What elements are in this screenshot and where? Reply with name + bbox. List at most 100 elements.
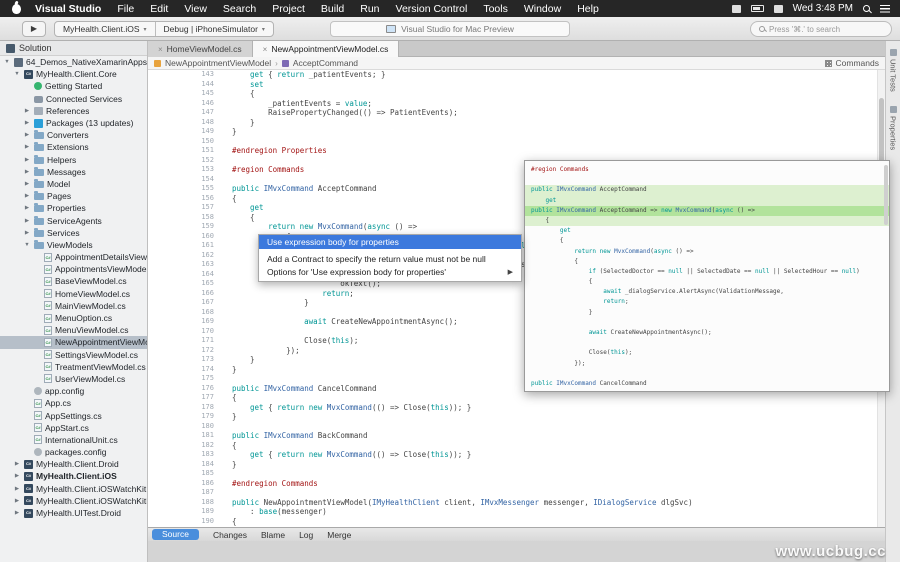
tree-item[interactable]: ▶ References [0,105,147,117]
chevron-closed-icon[interactable]: ▶ [23,205,31,211]
tree-item[interactable]: Connected Services [0,93,147,105]
spotlight-icon[interactable] [863,5,870,12]
notification-center-icon[interactable] [880,4,890,13]
bottom-tab-merge[interactable]: Merge [327,530,351,540]
popup-item-selected[interactable]: Use expression body for properties [259,235,521,249]
target-segment[interactable]: Debug | iPhoneSimulator ▾ [156,24,273,34]
chevron-closed-icon[interactable]: ▶ [23,108,31,114]
tree-item[interactable]: ▶ MyHealth.Client.iOSWatchKitExtension [0,495,147,507]
build-configuration-selector[interactable]: MyHealth.Client.iOS ▾ Debug | iPhoneSimu… [54,21,274,37]
chevron-open-icon[interactable]: ▼ [23,242,31,248]
menu-visual-studio[interactable]: Visual Studio [27,3,109,15]
tree-item[interactable]: ▼ 64_Demos_NativeXamarinApps (master) [0,56,147,68]
tree-item[interactable]: TreatmentViewModel.cs [0,361,147,373]
battery-icon[interactable] [750,5,764,12]
tree-item[interactable]: ▶ Helpers [0,154,147,166]
chevron-open-icon[interactable]: ▼ [13,71,21,77]
tree-item[interactable]: MenuOption.cs [0,312,147,324]
close-icon[interactable]: × [158,45,163,54]
tree-item[interactable]: MenuViewModel.cs [0,324,147,336]
close-icon[interactable]: × [263,45,268,54]
menu-tools[interactable]: Tools [475,3,516,15]
global-search-input[interactable]: Press '⌘.' to search [750,21,892,37]
chevron-closed-icon[interactable]: ▶ [13,486,21,492]
tree-item[interactable]: ▼ MyHealth.Client.Core [0,68,147,80]
menu-window[interactable]: Window [516,3,569,15]
bottom-tab-source[interactable]: Source [152,529,199,540]
tree-item[interactable]: ▶ Messages [0,166,147,178]
commands-region-selector[interactable]: Commands [824,58,879,68]
tree-item[interactable]: app.config [0,385,147,397]
chevron-closed-icon[interactable]: ▶ [13,498,21,504]
tree-item[interactable]: ▶ Services [0,227,147,239]
menu-build[interactable]: Build [313,3,352,15]
status-widget[interactable]: Visual Studio for Mac Preview [330,21,570,37]
tree-item[interactable]: ▶ Packages (13 updates) [0,117,147,129]
menubar-clock[interactable]: Wed 3:48 PM [793,3,853,14]
chevron-closed-icon[interactable]: ▶ [23,120,31,126]
tree-item[interactable]: ▶ Properties [0,202,147,214]
apple-icon[interactable] [12,3,21,14]
chevron-closed-icon[interactable]: ▶ [13,461,21,467]
startup-project-segment[interactable]: MyHealth.Client.iOS ▾ [55,24,155,34]
editor-tab[interactable]: × NewAppointmentViewModel.cs [252,41,400,57]
chevron-closed-icon[interactable]: ▶ [23,169,31,175]
chevron-closed-icon[interactable]: ▶ [23,181,31,187]
bottom-tab-blame[interactable]: Blame [261,530,285,540]
tree-item[interactable]: App.cs [0,397,147,409]
dock-tab-properties[interactable]: Properties [888,105,899,150]
menu-view[interactable]: View [176,3,215,15]
tree-item[interactable]: ▶ ServiceAgents [0,214,147,226]
tree-item[interactable]: ▶ Extensions [0,141,147,153]
dock-tab-unit-tests[interactable]: Unit Tests [888,49,899,92]
tree-item[interactable]: ▶ Model [0,178,147,190]
solution-pad-header[interactable]: Solution [0,41,147,56]
tree-item[interactable]: ▼ ViewModels [0,239,147,251]
menu-edit[interactable]: Edit [142,3,176,15]
display-status-icon[interactable] [731,4,741,13]
tree-item[interactable]: BaseViewModel.cs [0,275,147,287]
tree-item[interactable]: AppSettings.cs [0,409,147,421]
chevron-open-icon[interactable]: ▼ [3,59,11,65]
run-button[interactable]: ▶ [22,21,46,37]
chevron-closed-icon[interactable]: ▶ [23,230,31,236]
bottom-tab-changes[interactable]: Changes [213,530,247,540]
tree-item[interactable]: AppointmentsViewModel.cs [0,263,147,275]
tree-item[interactable]: ▶ MyHealth.Client.Droid [0,458,147,470]
tree-item[interactable]: AppStart.cs [0,422,147,434]
tree-item[interactable]: AppointmentDetailsViewModel.cs [0,251,147,263]
chevron-closed-icon[interactable]: ▶ [23,132,31,138]
menu-file[interactable]: File [109,3,142,15]
menu-project[interactable]: Project [264,3,313,15]
breadcrumb-member[interactable]: AcceptCommand [293,58,358,68]
tree-item[interactable]: ▶ Converters [0,129,147,141]
tree-item[interactable]: packages.config [0,446,147,458]
tree-item[interactable]: HomeViewModel.cs [0,288,147,300]
popup-item[interactable]: Add a Contract to specify the return val… [259,252,521,265]
popup-item[interactable]: Options for 'Use expression body for pro… [259,265,521,278]
editor-tab[interactable]: × HomeViewModel.cs [148,41,253,57]
tree-item[interactable]: InternationalUnit.cs [0,434,147,446]
chevron-closed-icon[interactable]: ▶ [23,193,31,199]
chevron-closed-icon[interactable]: ▶ [23,157,31,163]
tree-item[interactable]: Getting Started [0,80,147,92]
chevron-closed-icon[interactable]: ▶ [23,144,31,150]
chevron-closed-icon[interactable]: ▶ [23,218,31,224]
tree-item[interactable]: ▶ MyHealth.Client.iOS [0,470,147,482]
breadcrumb-class[interactable]: NewAppointmentViewModel [165,58,271,68]
menu-version-control[interactable]: Version Control [388,3,476,15]
preview-scrollbar[interactable] [884,165,888,225]
tree-item[interactable]: ▶ MyHealth.Client.iOSWatchKit.App [0,483,147,495]
bottom-tab-log[interactable]: Log [299,530,313,540]
tree-item[interactable]: ▶ MyHealth.UITest.Droid [0,507,147,519]
tree-item[interactable]: UserViewModel.cs [0,373,147,385]
tree-item[interactable]: MainViewModel.cs [0,300,147,312]
tree-item[interactable]: SettingsViewModel.cs [0,349,147,361]
chevron-closed-icon[interactable]: ▶ [13,510,21,516]
menu-search[interactable]: Search [215,3,264,15]
chevron-closed-icon[interactable]: ▶ [13,473,21,479]
menu-help[interactable]: Help [569,3,607,15]
tree-item[interactable]: NewAppointmentViewModel.cs [0,336,147,349]
menu-run[interactable]: Run [352,3,387,15]
tree-item[interactable]: ▶ Pages [0,190,147,202]
